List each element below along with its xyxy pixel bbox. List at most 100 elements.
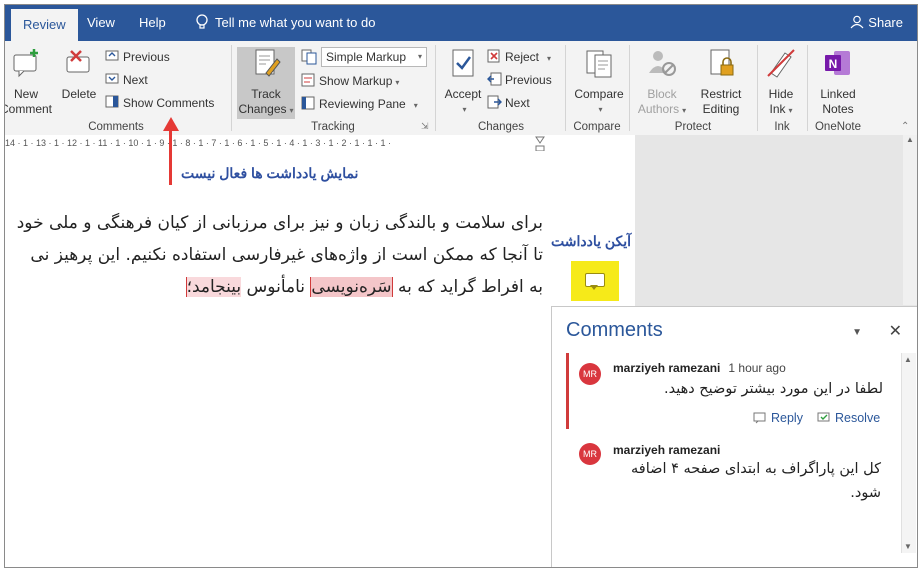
show-comments-label: Show Comments [123, 96, 215, 110]
accept-label: Accept [444, 87, 482, 101]
paragraph-line-2: تا آنجا که ممکن است از واژه‌های غیرفارسی… [30, 245, 543, 265]
track-changes-button[interactable]: Track Changes ▾ [237, 47, 295, 118]
ribbon: New Comment Delete Previous Next Show Co… [5, 41, 917, 136]
delete-label: Delete [61, 87, 97, 101]
markup-select-value: Simple Markup [326, 50, 407, 64]
close-icon[interactable]: ✕ [889, 321, 902, 341]
collapse-ribbon-icon[interactable]: ⌃ [901, 121, 909, 132]
indent-marker-icon[interactable] [535, 136, 545, 152]
scroll-down-icon[interactable]: ▼ [904, 542, 912, 551]
previous-comment-label: Previous [123, 50, 170, 64]
accept-icon [452, 49, 474, 77]
next-comment-icon [105, 73, 119, 84]
annotation-show-comments: نمایش یادداشت ها فعال نیست [181, 165, 359, 181]
reviewing-pane-label: Reviewing Pane [319, 97, 406, 111]
reject-icon [487, 49, 500, 63]
hide-ink-icon [767, 49, 795, 78]
new-comment-button[interactable]: New Comment [5, 47, 53, 117]
commented-text-2[interactable]: بینجامد؛ [185, 277, 242, 297]
restrict-editing-label-1: Restrict [700, 87, 742, 101]
previous-comment-button[interactable]: Previous [105, 47, 170, 67]
separator [629, 45, 630, 131]
linked-notes-button[interactable]: N Linked Notes [809, 47, 867, 117]
scroll-up-icon[interactable]: ▲ [906, 135, 914, 144]
block-authors-icon [649, 51, 676, 76]
previous-change-icon [487, 72, 502, 86]
show-comments-button[interactable]: Show Comments [105, 93, 214, 113]
changes-group-label: Changes [477, 121, 525, 133]
reply-icon [753, 412, 766, 424]
tracking-group: Track Changes ▾ Simple Markup ▾ Show Marku… [233, 41, 433, 135]
protect-group: Block Authors ▾ Restrict Editing Protect [631, 41, 755, 135]
markup-select[interactable]: Simple Markup ▾ [321, 47, 427, 67]
tracking-group-label: Tracking [311, 121, 355, 133]
annotation-comment-icon: آیکن یادداشت [551, 233, 632, 249]
previous-comment-icon [105, 50, 119, 61]
block-authors-label-1: Block [647, 87, 677, 101]
onenote-group: N Linked Notes OneNote [809, 41, 867, 135]
share-button[interactable]: Share [850, 5, 903, 41]
tab-help[interactable]: Help [139, 5, 166, 41]
comments-scrollbar[interactable]: ▲ ▼ [901, 353, 916, 553]
changes-group: Accept ▾ Reject ▾ Previous Next Changes [437, 41, 565, 135]
comment-text[interactable]: کل این پاراگراف به ابتدای صفحه ۴ اضافه ش… [631, 457, 881, 505]
comment-author: marziyeh ramezani [613, 443, 721, 457]
separator [565, 45, 566, 131]
comment-thread[interactable]: MR marziyeh ramezani کل این پاراگراف به … [569, 435, 895, 515]
hide-ink-button[interactable]: Hide Ink ▾ [759, 47, 803, 118]
reject-button[interactable]: Reject ▾ [487, 47, 551, 67]
separator [757, 45, 758, 131]
person-icon [850, 15, 864, 29]
commented-text-1[interactable]: سَره‌نویسی [310, 277, 393, 297]
next-comment-button[interactable]: Next [105, 70, 148, 90]
new-comment-icon [13, 49, 38, 78]
document-page[interactable]: نمایش یادداشت ها فعال نیست برای سلامت و … [5, 117, 635, 567]
next-comment-label: Next [123, 73, 148, 87]
block-authors-button[interactable]: Block Authors ▾ [637, 47, 687, 118]
onenote-icon: N [825, 51, 850, 75]
previous-change-label: Previous [505, 73, 552, 87]
chevron-down-icon: ▾ [417, 52, 422, 61]
tab-review[interactable]: Review [11, 9, 78, 41]
track-changes-icon [255, 49, 281, 77]
vertical-scrollbar[interactable]: ▲ [903, 135, 917, 305]
show-markup-icon [301, 73, 315, 87]
comment-marker-highlight[interactable] [571, 261, 619, 301]
ink-group: Hide Ink ▾ Ink [759, 41, 805, 135]
show-markup-button[interactable]: Show Markup ▾ [301, 71, 399, 91]
chevron-down-icon: ▾ [462, 105, 467, 114]
tracking-options-launcher-icon[interactable]: ⇲ [421, 121, 429, 132]
pane-options-chevron-icon[interactable]: ▼ [852, 327, 862, 338]
new-comment-label-1: New [13, 87, 38, 101]
reply-button[interactable]: Reply [753, 411, 803, 425]
restrict-editing-button[interactable]: Restrict Editing [693, 47, 749, 117]
comment-text[interactable]: لطفا در این مورد بیشتر توضیح دهید. [664, 377, 883, 401]
delete-comment-icon [66, 50, 90, 73]
tab-bar: Review View Help Tell me what you want t… [5, 5, 917, 41]
comment-thread[interactable]: MR marziyeh ramezani 1 hour ago لطفا در ا… [566, 353, 895, 429]
resolve-button[interactable]: Resolve [817, 411, 880, 425]
previous-change-button[interactable]: Previous [487, 70, 552, 90]
tell-me-box[interactable]: Tell me what you want to do [195, 5, 375, 41]
scroll-up-icon[interactable]: ▲ [904, 355, 912, 364]
tab-view[interactable]: View [87, 5, 115, 41]
comments-group-label: Comments [88, 121, 144, 133]
comments-group: New Comment Delete Previous Next Show Co… [5, 41, 227, 135]
onenote-group-label: OneNote [814, 121, 862, 133]
delete-comment-button[interactable]: Delete [59, 47, 99, 102]
text-segment: نامأنوس [246, 277, 306, 297]
lock-document-icon [710, 49, 734, 76]
compare-button[interactable]: Compare ▾ [569, 47, 629, 117]
comments-pane-title: Comments [566, 319, 663, 341]
paragraph-line-3: به افراط گراید که به سَره‌نویسی نامأنوس … [185, 277, 543, 297]
accept-button[interactable]: Accept ▾ [441, 47, 485, 117]
reviewing-pane-icon [301, 96, 315, 110]
show-comments-icon [105, 95, 119, 108]
comment-bubble-icon [585, 273, 605, 290]
reviewing-pane-button[interactable]: Reviewing Pane ▾ [301, 94, 418, 114]
restrict-editing-label-2: Editing [702, 102, 740, 116]
avatar: MR [579, 363, 601, 385]
next-change-button[interactable]: Next [487, 93, 530, 113]
red-arrow-shaft [169, 129, 172, 185]
track-changes-label-1: Track [251, 87, 281, 101]
